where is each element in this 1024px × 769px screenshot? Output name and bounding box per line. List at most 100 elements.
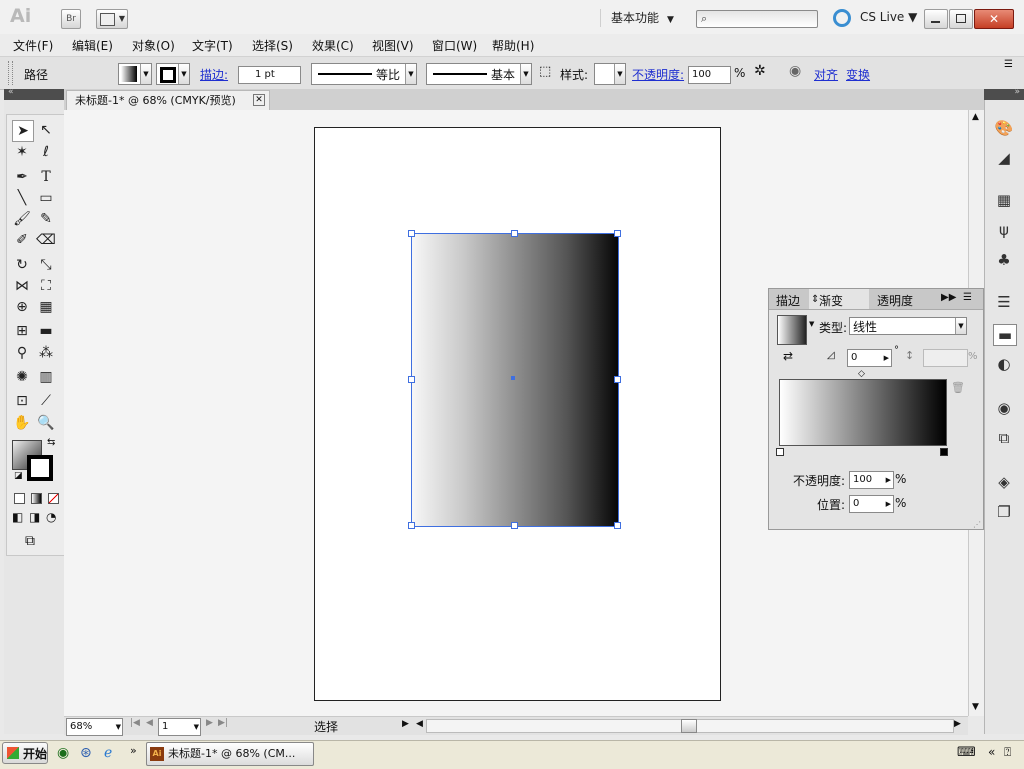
draw-behind-icon[interactable]: ◨: [29, 510, 40, 524]
dock-header[interactable]: »: [984, 87, 1024, 100]
chrome-icon[interactable]: ◉: [57, 745, 69, 761]
stroke-panel-icon[interactable]: ☰: [993, 292, 1015, 312]
type-tool-icon[interactable]: T: [36, 167, 56, 187]
more-icon[interactable]: »: [130, 744, 137, 757]
bounding-box-handle[interactable]: [408, 522, 415, 529]
gradient-panel-icon[interactable]: ▬: [993, 324, 1017, 346]
graphic-style-dropdown[interactable]: ▼: [594, 63, 626, 85]
scroll-up-icon[interactable]: ▲: [972, 112, 979, 122]
bridge-button[interactable]: Br: [61, 9, 81, 29]
midpoint-marker-icon[interactable]: ◇: [858, 369, 865, 379]
artboard-number-field[interactable]: 1 ▼: [158, 718, 201, 736]
start-button[interactable]: 开始: [2, 742, 48, 764]
help-icon[interactable]: ⍰: [1004, 745, 1011, 760]
angle-field[interactable]: 0 ▶: [847, 349, 892, 367]
none-mode-icon[interactable]: [48, 493, 59, 504]
stroke-panel-link[interactable]: 描边:: [200, 66, 228, 83]
last-artboard-icon[interactable]: ▶|: [218, 718, 228, 728]
cs-live-icon[interactable]: [833, 9, 851, 27]
panel-menu-icon[interactable]: ☰: [1004, 59, 1013, 70]
toolbox-header[interactable]: «: [4, 87, 64, 100]
graphic-styles-icon[interactable]: ⧉: [993, 428, 1015, 448]
menu-type[interactable]: 文字(T): [192, 37, 233, 54]
explorer-icon[interactable]: ⊛: [80, 745, 92, 761]
workspace-switcher[interactable]: 基本功能 ▼: [600, 9, 674, 27]
screen-mode-icon[interactable]: ⧉: [25, 533, 35, 549]
magic-wand-tool-icon[interactable]: ✶: [12, 142, 32, 162]
bounding-box-handle[interactable]: [614, 522, 621, 529]
selection-tool-icon[interactable]: ➤: [12, 120, 34, 142]
swap-fill-stroke-icon[interactable]: ⇆: [47, 437, 55, 448]
recolor-icon[interactable]: ✲: [754, 63, 766, 79]
color-guide-icon[interactable]: ◢: [993, 148, 1015, 168]
appearance-panel-icon[interactable]: ◉: [993, 398, 1015, 418]
zoom-tool-icon[interactable]: 🔍: [36, 413, 56, 433]
artboards-icon[interactable]: ❐: [993, 502, 1015, 522]
previous-artboard-icon[interactable]: ◀: [146, 718, 153, 728]
minimize-button[interactable]: [924, 9, 948, 29]
gradient-rectangle[interactable]: [411, 233, 619, 527]
scroll-down-icon[interactable]: ▼: [972, 702, 979, 712]
close-icon[interactable]: ✕: [253, 94, 265, 106]
menu-edit[interactable]: 编辑(E): [72, 37, 113, 54]
reverse-gradient-icon[interactable]: ⇄: [783, 349, 793, 363]
lasso-tool-icon[interactable]: ℓ: [36, 142, 56, 162]
perspective-grid-tool-icon[interactable]: ▦: [36, 297, 56, 317]
draw-inside-icon[interactable]: ◔: [46, 510, 56, 524]
gradient-stop-black[interactable]: [940, 448, 948, 456]
bounding-box-handle[interactable]: [614, 376, 621, 383]
next-artboard-icon[interactable]: ▶: [206, 718, 213, 728]
chevron-down-icon[interactable]: ▼: [809, 320, 814, 328]
collapse-panel-icon[interactable]: ▶▶: [941, 292, 956, 303]
layers-icon[interactable]: ◈: [993, 472, 1015, 492]
menu-file[interactable]: 文件(F): [13, 37, 53, 54]
bounding-box-handle[interactable]: [511, 522, 518, 529]
scale-tool-icon[interactable]: ⤡: [36, 255, 56, 275]
search-input[interactable]: ⌕: [696, 10, 818, 28]
fill-swatch-dropdown[interactable]: ▼: [118, 63, 152, 85]
align-panel-link[interactable]: 对齐: [814, 66, 838, 83]
gradient-stop-white[interactable]: [776, 448, 784, 456]
cs-live-menu[interactable]: CS Live ▼: [860, 10, 917, 24]
slice-tool-icon[interactable]: ⟋: [36, 391, 56, 411]
draw-normal-icon[interactable]: ◧: [12, 510, 23, 524]
rectangle-tool-icon[interactable]: ▭: [36, 188, 56, 208]
stop-opacity-field[interactable]: 100 ▶: [849, 471, 894, 489]
close-button[interactable]: ✕: [974, 9, 1014, 29]
gradient-type-select[interactable]: 线性 ▼: [849, 317, 967, 335]
gradient-mode-icon[interactable]: [31, 493, 42, 504]
menu-window[interactable]: 窗口(W): [432, 37, 477, 54]
brush-definition-dropdown[interactable]: 基本 ▼: [426, 63, 532, 85]
free-transform-tool-icon[interactable]: ⛶: [36, 276, 56, 296]
gradient-slider[interactable]: [779, 379, 947, 446]
scroll-left-icon[interactable]: ◀: [416, 719, 423, 729]
document-tab[interactable]: 未标题-1* @ 68% (CMYK/预览) ✕: [66, 90, 270, 110]
blob-brush-tool-icon[interactable]: ✐: [12, 230, 32, 250]
bounding-box-handle[interactable]: [511, 230, 518, 237]
eraser-tool-icon[interactable]: ⌫: [36, 230, 56, 250]
stroke-color-box[interactable]: [27, 455, 53, 481]
opacity-field[interactable]: 100: [688, 66, 731, 84]
hand-tool-icon[interactable]: ✋: [12, 413, 32, 433]
default-colors-icon[interactable]: ◪: [14, 471, 23, 481]
symbols-icon[interactable]: ♣: [993, 250, 1015, 270]
column-graph-tool-icon[interactable]: ▥: [36, 367, 56, 387]
eyedropper-tool-icon[interactable]: ⚲: [12, 343, 32, 363]
brushes-icon[interactable]: ψ: [993, 220, 1015, 240]
horizontal-scroll-thumb[interactable]: [681, 719, 697, 733]
stroke-weight-field[interactable]: 1 pt: [238, 66, 301, 84]
bounding-box-handle[interactable]: [408, 230, 415, 237]
paintbrush-tool-icon[interactable]: 🖌: [12, 209, 32, 229]
swatches-icon[interactable]: ▦: [993, 190, 1015, 210]
artboard-tool-icon[interactable]: ⊡: [12, 391, 32, 411]
panel-menu-icon[interactable]: ☰: [963, 292, 972, 303]
dotted-frame-icon[interactable]: ⬚: [539, 64, 551, 79]
menu-object[interactable]: 对象(O): [132, 37, 175, 54]
tray-expand-icon[interactable]: «: [988, 745, 995, 759]
mesh-tool-icon[interactable]: ⊞: [12, 321, 32, 341]
ie-icon[interactable]: ℯ: [104, 745, 112, 761]
color-mode-icon[interactable]: [14, 493, 25, 504]
menu-view[interactable]: 视图(V): [372, 37, 414, 54]
arrange-documents-button[interactable]: ▼: [96, 9, 128, 29]
shape-builder-tool-icon[interactable]: ⊕: [12, 297, 32, 317]
